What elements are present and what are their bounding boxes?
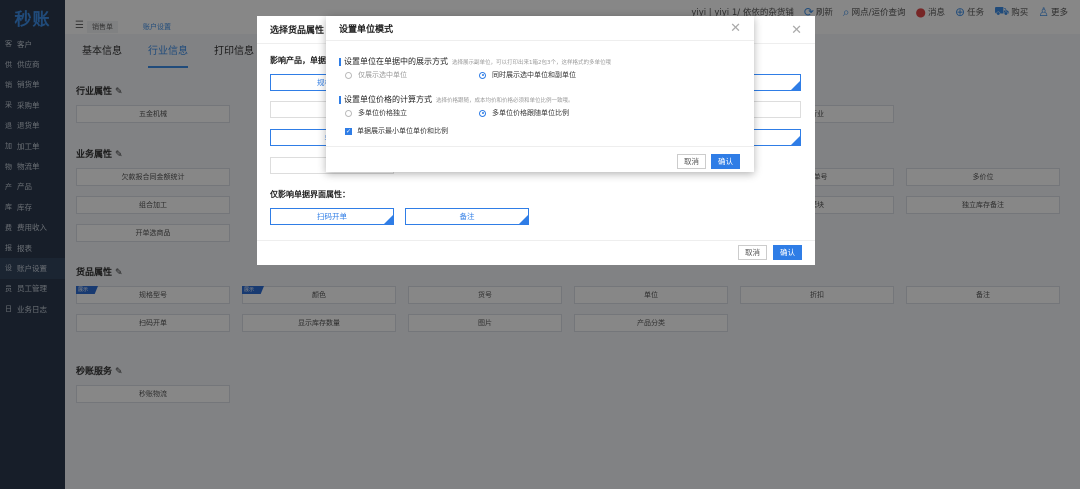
show-min-unit-checkbox[interactable]: ✓ 单据展示最小单位单价和比例 bbox=[345, 126, 448, 136]
radio-show-sub-unit[interactable]: 同时展示选中单位和副单位 bbox=[479, 70, 576, 80]
radio-price-follow-ratio[interactable]: 多单位价格跟随单位比例 bbox=[479, 108, 569, 118]
divider bbox=[326, 146, 754, 147]
close-icon[interactable]: ✕ bbox=[730, 21, 741, 36]
radio-price-independent[interactable]: 多单位价格独立 bbox=[345, 108, 407, 118]
price-mode-title: 设置单位价格的计算方式 选择价格跟随，成本均价和价格必须和单位比例一致哦。 bbox=[339, 94, 574, 105]
cancel-button[interactable]: 取消 bbox=[677, 154, 706, 169]
divider bbox=[257, 240, 815, 241]
attr-scan-button[interactable]: 扫码开单 bbox=[270, 208, 394, 225]
confirm-button[interactable]: 确认 bbox=[773, 245, 802, 260]
radio-only-selected-unit[interactable]: 仅展示选中单位 bbox=[345, 70, 407, 80]
cancel-button[interactable]: 取消 bbox=[738, 245, 767, 260]
unit-mode-dialog: 设置单位模式 ✕ 设置单位在单据中的展示方式 选择展示副单位，可以打印出来1箱2包3… bbox=[326, 16, 754, 172]
attr-remark-button[interactable]: 备注 bbox=[405, 208, 529, 225]
dialog-title: 设置单位模式 ✕ bbox=[326, 16, 754, 41]
confirm-button[interactable]: 确认 bbox=[711, 154, 740, 169]
close-icon[interactable]: ✕ bbox=[791, 23, 802, 38]
display-mode-title: 设置单位在单据中的展示方式 选择展示副单位，可以打印出来1箱2包3个，这样格式的多… bbox=[339, 56, 611, 67]
check-icon: ✓ bbox=[345, 127, 352, 135]
view-label: 仅影响单据界面属性： bbox=[270, 190, 350, 199]
